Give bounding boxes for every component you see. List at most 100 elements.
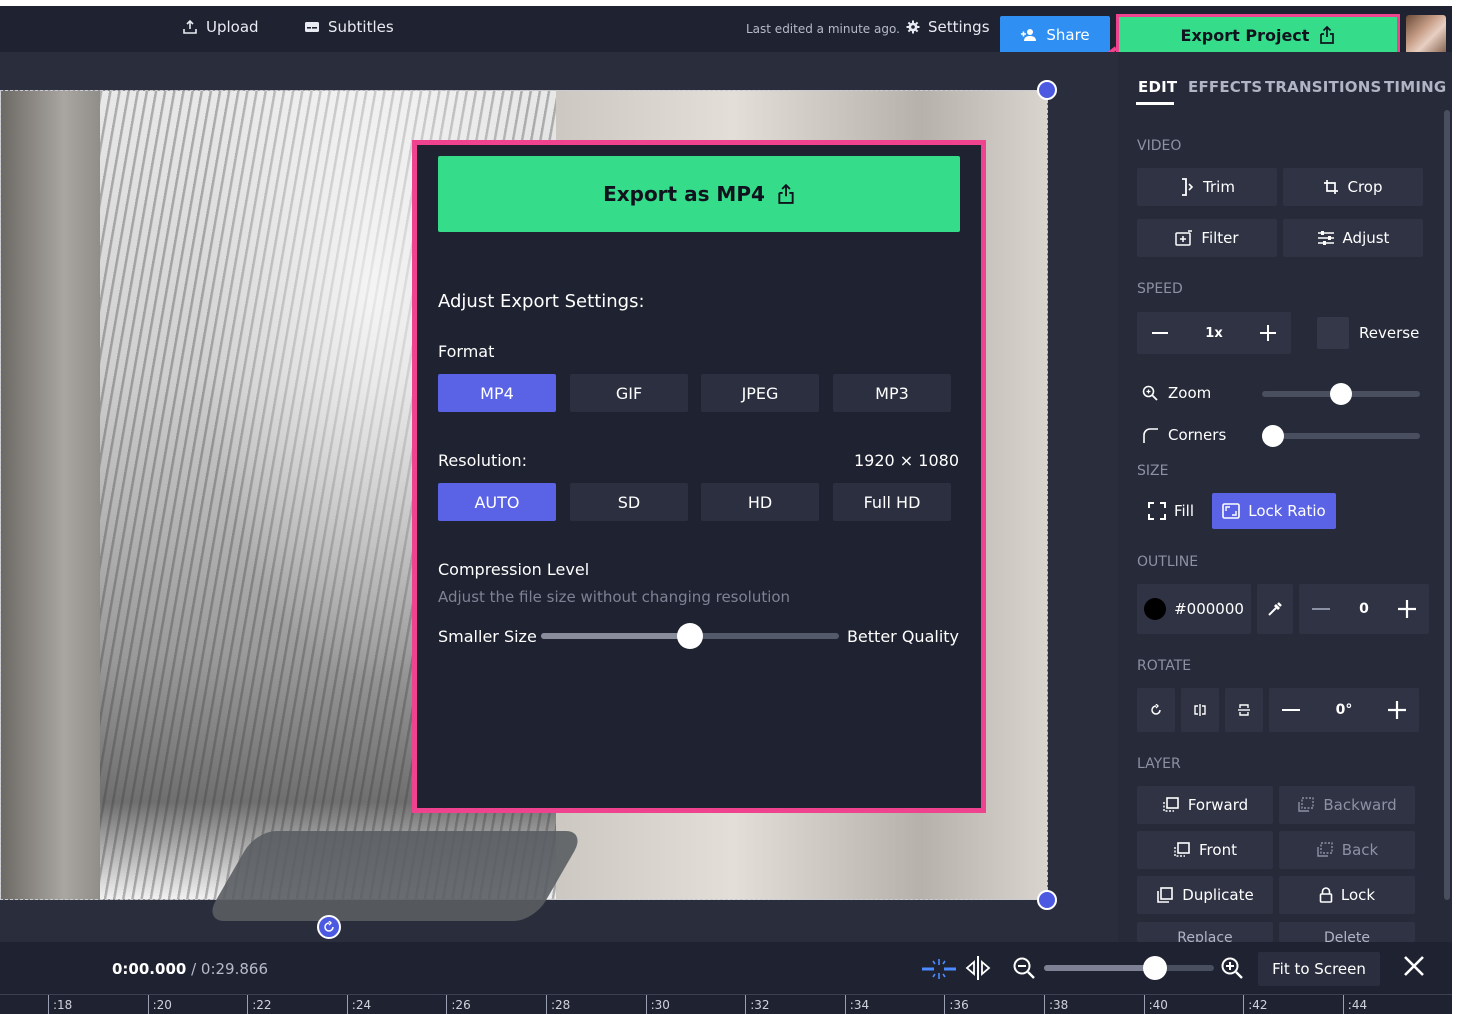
- ruler-tick: :40: [1143, 995, 1168, 1014]
- filter-icon: [1175, 230, 1193, 246]
- resize-handle-top-right[interactable]: [1037, 80, 1057, 100]
- zoom-out-icon[interactable]: [1012, 956, 1036, 980]
- crop-button[interactable]: Crop: [1283, 168, 1423, 206]
- ruler-tick: :32: [745, 995, 770, 1014]
- snap-icon[interactable]: [922, 958, 956, 980]
- trim-button[interactable]: Trim: [1137, 168, 1277, 206]
- zoom-label: Zoom: [1168, 384, 1212, 402]
- back-label: Back: [1341, 841, 1379, 859]
- format-mp3-button[interactable]: MP3: [833, 374, 951, 412]
- resolution-sd-button[interactable]: SD: [570, 483, 688, 521]
- tab-timing[interactable]: TIMING: [1384, 78, 1446, 96]
- delete-button[interactable]: Delete: [1279, 922, 1415, 942]
- lock-ratio-button[interactable]: Lock Ratio: [1212, 493, 1336, 529]
- flip-horizontal-button[interactable]: [1181, 688, 1219, 732]
- rotate-handle[interactable]: [317, 915, 341, 939]
- tab-effects[interactable]: EFFECTS: [1188, 78, 1262, 96]
- plus-icon[interactable]: [1259, 324, 1277, 342]
- compression-slider-knob[interactable]: [677, 623, 703, 649]
- duplicate-label: Duplicate: [1182, 886, 1254, 904]
- trim-label: Trim: [1203, 178, 1235, 196]
- plus-icon[interactable]: [1387, 700, 1407, 720]
- ruler-tick: :44: [1342, 995, 1367, 1014]
- reverse-checkbox[interactable]: [1317, 317, 1349, 349]
- tab-transitions[interactable]: TRANSITIONS: [1265, 78, 1381, 96]
- resolution-hd-button[interactable]: HD: [701, 483, 819, 521]
- duplicate-button[interactable]: Duplicate: [1137, 876, 1273, 914]
- format-jpeg-button[interactable]: JPEG: [701, 374, 819, 412]
- back-button[interactable]: Back: [1279, 831, 1415, 869]
- ruler-tick: :26: [446, 995, 471, 1014]
- send-to-back-icon: [1316, 842, 1334, 858]
- resolution-label: Resolution:: [438, 451, 527, 470]
- resolution-auto-button[interactable]: AUTO: [438, 483, 556, 521]
- timeline-zoom-slider[interactable]: [1044, 956, 1214, 980]
- zoom-slider-knob[interactable]: [1330, 383, 1352, 405]
- outline-color-picker[interactable]: #000000: [1137, 584, 1251, 634]
- send-backward-icon: [1297, 797, 1315, 813]
- current-time: 0:00.000: [112, 960, 187, 978]
- compression-slider[interactable]: [541, 623, 839, 649]
- lock-button[interactable]: Lock: [1279, 876, 1415, 914]
- bring-to-front-icon: [1173, 842, 1191, 858]
- flip-vertical-icon: [1237, 703, 1251, 717]
- minus-icon[interactable]: [1281, 701, 1301, 719]
- ruler-tick: :30: [645, 995, 670, 1014]
- backward-button[interactable]: Backward: [1279, 786, 1415, 824]
- filter-label: Filter: [1201, 229, 1239, 247]
- zoom-icon: [1142, 385, 1158, 401]
- eyedropper-button[interactable]: [1257, 584, 1293, 634]
- corners-label: Corners: [1168, 426, 1227, 444]
- corner-radius-icon: [1142, 427, 1158, 443]
- reverse-label: Reverse: [1359, 324, 1420, 342]
- replace-label: Replace: [1177, 930, 1233, 942]
- edit-side-panel: EDIT EFFECTS TRANSITIONS TIMING VIDEO Tr…: [1118, 52, 1452, 942]
- ruler-tick: :36: [944, 995, 969, 1014]
- outline-color-swatch: [1144, 598, 1167, 620]
- corners-slider[interactable]: [1262, 425, 1420, 447]
- minus-icon[interactable]: [1311, 600, 1331, 618]
- forward-button[interactable]: Forward: [1137, 786, 1273, 824]
- plus-icon[interactable]: [1397, 599, 1417, 619]
- flip-horizontal-icon: [1193, 703, 1207, 717]
- sliders-icon: [1317, 230, 1335, 246]
- rotate-angle-stepper: 0°: [1269, 688, 1419, 732]
- timeline-zoom-knob[interactable]: [1142, 956, 1167, 980]
- forward-label: Forward: [1187, 796, 1249, 814]
- adjust-button[interactable]: Adjust: [1283, 219, 1423, 257]
- export-as-mp4-label: Export as MP4: [603, 182, 765, 206]
- bring-forward-icon: [1162, 797, 1180, 813]
- front-label: Front: [1199, 841, 1237, 859]
- format-gif-button[interactable]: GIF: [570, 374, 688, 412]
- replace-button[interactable]: Replace: [1137, 922, 1273, 942]
- export-as-mp4-button[interactable]: Export as MP4: [438, 156, 960, 232]
- ruler-tick: :18: [48, 995, 72, 1014]
- resize-handle-bottom-right[interactable]: [1037, 890, 1057, 910]
- crop-label: Crop: [1347, 178, 1383, 196]
- corners-slider-knob[interactable]: [1262, 425, 1284, 447]
- tab-edit[interactable]: EDIT: [1138, 78, 1177, 96]
- lock-icon: [1319, 887, 1333, 903]
- export-settings-heading: Adjust Export Settings:: [438, 291, 645, 312]
- front-button[interactable]: Front: [1137, 831, 1273, 869]
- compression-slider-fill: [541, 633, 690, 639]
- close-icon[interactable]: [1402, 954, 1426, 978]
- zoom-in-icon[interactable]: [1220, 956, 1244, 980]
- format-mp4-button[interactable]: MP4: [438, 374, 556, 412]
- filter-button[interactable]: Filter: [1137, 219, 1277, 257]
- panel-tabs: EDIT EFFECTS TRANSITIONS TIMING: [1118, 52, 1452, 108]
- rotate-angle-value: 0°: [1335, 702, 1353, 718]
- better-quality-label: Better Quality: [846, 627, 959, 646]
- ruler-tick: :38: [1044, 995, 1068, 1014]
- fill-button[interactable]: Fill: [1137, 493, 1205, 529]
- resolution-fullhd-button[interactable]: Full HD: [833, 483, 951, 521]
- panel-scrollbar[interactable]: [1444, 110, 1450, 900]
- zoom-slider[interactable]: [1262, 383, 1420, 405]
- flip-vertical-button[interactable]: [1225, 688, 1263, 732]
- split-icon[interactable]: [964, 954, 992, 982]
- timeline-ruler[interactable]: :18:20:22:24:26:28:30:32:34:36:38:40:42:…: [0, 994, 1452, 1014]
- aspect-ratio-icon: [1222, 503, 1241, 519]
- minus-icon[interactable]: [1151, 324, 1169, 342]
- fit-to-screen-button[interactable]: Fit to Screen: [1258, 952, 1380, 986]
- rotate-cw-button[interactable]: [1137, 688, 1175, 732]
